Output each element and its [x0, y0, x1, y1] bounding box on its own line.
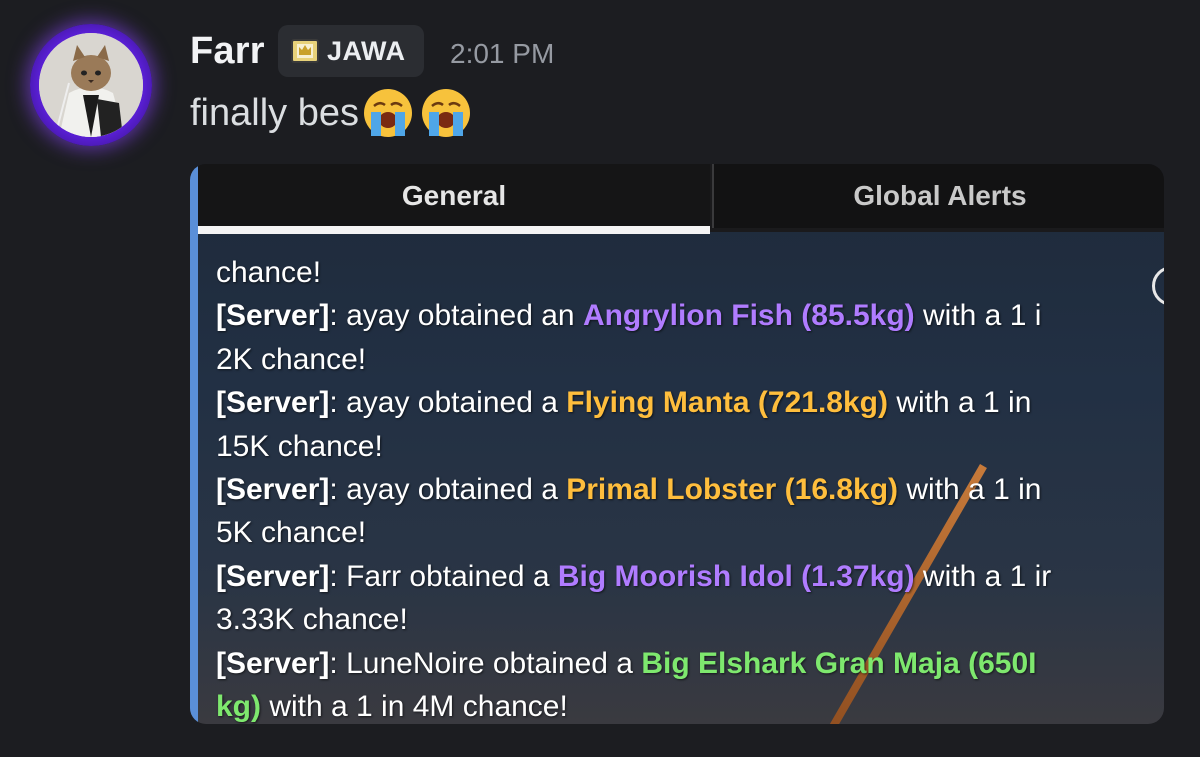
item-name: Primal Lobster (16.8kg)	[566, 472, 899, 506]
chat-line-text: with a 1 in	[898, 472, 1042, 506]
server-prefix: [Server]	[216, 646, 330, 680]
loudly-crying-face-icon[interactable]	[361, 86, 415, 140]
chat-line: [Server]: ayay obtained a Flying Manta (…	[216, 381, 1164, 424]
tab-global-alerts: Global Alerts	[712, 164, 1164, 228]
active-tab-indicator	[198, 226, 710, 234]
username[interactable]: Farr	[190, 30, 265, 73]
chat-line: [Server]: ayay obtained an Angrylion Fis…	[216, 294, 1164, 337]
chat-line-text: 3.33K chance!	[216, 603, 408, 637]
chat-line: [Server]: LuneNoire obtained a Big Elsha…	[216, 642, 1164, 685]
discord-message: Farr JAWA 2:01 PM finally bes General Gl…	[0, 0, 1200, 757]
chat-line-text: : ayay obtained a	[329, 472, 567, 506]
server-prefix: [Server]	[216, 559, 330, 593]
loudly-crying-face-icon[interactable]	[419, 86, 473, 140]
guild-badge-icon	[291, 39, 319, 63]
chat-line-text: with a 1 in	[888, 386, 1032, 420]
chat-line: kg) with a 1 in 4M chance!	[216, 685, 1164, 724]
item-name: Big Elshark Gran Maja (650I	[641, 646, 1037, 680]
attachment-accent-bar	[190, 164, 198, 724]
chat-line: [Server]: Farr obtained a Big Moorish Id…	[216, 555, 1164, 598]
guild-tag-label: JAWA	[327, 35, 406, 66]
chat-line: 3.33K chance!	[216, 598, 1164, 641]
chat-line: 2K chance!	[216, 338, 1164, 381]
chat-line-text: 15K chance!	[216, 429, 383, 463]
item-name: Big Moorish Idol (1.37kg)	[557, 559, 915, 593]
chat-line: 15K chance!	[216, 425, 1164, 468]
chat-line: 5K chance!	[216, 511, 1164, 554]
item-name: Angrylion Fish (85.5kg)	[582, 299, 915, 333]
chat-line-text: with a 1 i	[914, 299, 1042, 333]
item-name: kg)	[216, 689, 261, 723]
server-prefix: [Server]	[216, 386, 330, 420]
chat-tabbar: General Global Alerts	[190, 164, 1164, 234]
chat-line-text: : ayay obtained a	[329, 386, 567, 420]
image-attachment[interactable]: General Global Alerts chance! [Server]: …	[190, 164, 1164, 724]
chat-line-text: with a 1 ir	[914, 559, 1052, 593]
chat-line: [Server]: ayay obtained a Primal Lobster…	[216, 468, 1164, 511]
server-prefix: [Server]	[216, 472, 330, 506]
chat-line-text: : ayay obtained an	[329, 299, 583, 333]
message-text: finally bes	[190, 91, 359, 134]
message-content: finally bes	[190, 86, 473, 140]
tab-general: General	[198, 164, 710, 228]
avatar-image	[39, 33, 143, 137]
server-prefix: [Server]	[216, 299, 330, 333]
avatar[interactable]	[30, 24, 152, 146]
item-name: Flying Manta (721.8kg)	[566, 386, 888, 420]
chat-line-text: : Farr obtained a	[329, 559, 558, 593]
chat-line-text: chance!	[216, 256, 322, 289]
chat-line-text: 2K chance!	[216, 342, 367, 376]
chat-line-text: : LuneNoire obtained a	[329, 646, 642, 680]
chat-line-text: with a 1 in 4M chance!	[261, 689, 568, 723]
timestamp[interactable]: 2:01 PM	[450, 38, 554, 70]
chat-line-text: 5K chance!	[216, 516, 367, 550]
guild-tag[interactable]: JAWA	[278, 25, 424, 77]
game-chat-log: chance! [Server]: ayay obtained an Angry…	[216, 251, 1164, 724]
chat-line: chance!	[216, 251, 1164, 294]
